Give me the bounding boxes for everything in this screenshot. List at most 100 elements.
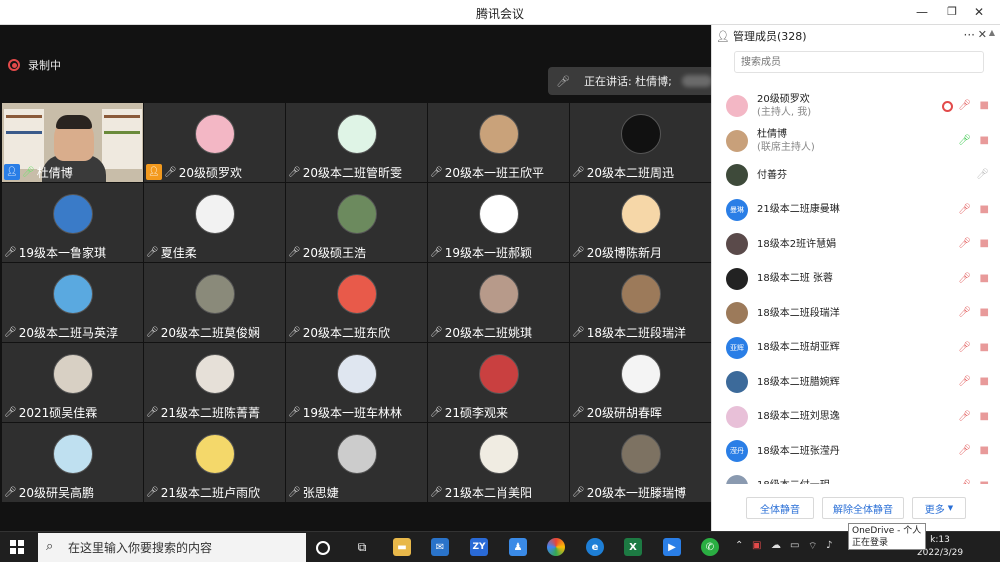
- participant-tile[interactable]: 🎤︎ 20级研吴高鹏: [2, 423, 143, 502]
- member-row[interactable]: 杜倩博 (联席主持人) 🎤︎ ■: [712, 124, 1000, 159]
- participant-tile[interactable]: 🎤︎ 19级本一鲁家琪: [2, 183, 143, 262]
- zy-app-icon[interactable]: ZY: [470, 538, 488, 556]
- qq-icon[interactable]: ♟: [509, 538, 527, 556]
- unmute-all-button[interactable]: 解除全体静音: [822, 497, 904, 519]
- camera-off-icon[interactable]: ■: [980, 376, 989, 388]
- tencent-meeting-icon[interactable]: ▶: [663, 538, 681, 556]
- member-row[interactable]: 18级本2班许慧娟 🎤︎ ■: [712, 227, 1000, 262]
- recording-indicator[interactable]: 录制中: [8, 55, 61, 75]
- participant-tile[interactable]: 🎤︎ 20级本二班姚琪: [428, 263, 569, 342]
- member-role: (联席主持人): [757, 141, 815, 153]
- mic-icon[interactable]: 🎤︎: [958, 135, 971, 147]
- participant-tile[interactable]: 🎤︎ 21级本二肖美阳: [428, 423, 569, 502]
- member-avatar-text: 滢丹: [730, 447, 744, 456]
- camera-off-icon[interactable]: ■: [980, 135, 989, 147]
- camera-off-icon[interactable]: ■: [980, 480, 989, 484]
- member-row[interactable]: 曼琳 21级本二班康曼琳 🎤︎ ■: [712, 193, 1000, 228]
- mic-muted-icon[interactable]: 🎤︎: [958, 342, 971, 354]
- participant-tile[interactable]: 🎤︎ 20级博陈新月: [570, 183, 711, 262]
- camera-off-icon[interactable]: ■: [980, 307, 989, 319]
- panel-footer: 全体静音 解除全体静音 更多 ▼: [712, 491, 1000, 521]
- mic-muted-icon[interactable]: 🎤︎: [958, 376, 971, 388]
- camera-off-icon[interactable]: ■: [980, 411, 989, 423]
- taskbar-search[interactable]: ⌕ 在这里输入你要搜索的内容: [38, 533, 306, 562]
- battery-icon[interactable]: ▭: [790, 540, 799, 551]
- more-options-icon[interactable]: ···: [964, 28, 975, 42]
- member-row[interactable]: 付善芬 🎤︎: [712, 158, 1000, 193]
- participant-tile[interactable]: 👤︎ 🎤︎ 20级硕罗欢: [144, 103, 285, 182]
- scroll-up-icon[interactable]: ▲: [987, 28, 997, 42]
- mute-all-button[interactable]: 全体静音: [746, 497, 814, 519]
- participant-tile[interactable]: 🎤︎ 18级本二班段瑞洋: [570, 263, 711, 342]
- mic-muted-icon[interactable]: 🎤︎: [958, 100, 971, 112]
- member-row[interactable]: 18级本二班 张蓉 🎤︎ ■: [712, 262, 1000, 297]
- member-row[interactable]: 滢丹 18级本二班张滢丹 🎤︎ ■: [712, 434, 1000, 469]
- participant-tile[interactable]: 🎤︎ 21硕李观来: [428, 343, 569, 422]
- wifi-icon[interactable]: ⌔: [808, 540, 817, 553]
- participant-tile[interactable]: 🎤︎ 20级本一班王欣平: [428, 103, 569, 182]
- member-row[interactable]: 18级本二班刘思逸 🎤︎ ■: [712, 400, 1000, 435]
- camera-off-icon[interactable]: ■: [980, 273, 989, 285]
- mic-muted-icon: 🎤︎: [146, 406, 159, 418]
- mic-muted-icon[interactable]: 🎤︎: [958, 238, 971, 250]
- close-panel-icon[interactable]: ✕: [978, 28, 987, 41]
- participant-tile[interactable]: 🎤︎ 20级本二班周迅: [570, 103, 711, 182]
- excel-icon[interactable]: X: [624, 538, 642, 556]
- mic-muted-icon[interactable]: 🎤︎: [958, 307, 971, 319]
- participant-tile[interactable]: 🎤︎ 19级本一班郝颖: [428, 183, 569, 262]
- cortana-icon[interactable]: [316, 541, 330, 555]
- participant-tile[interactable]: 👤︎ 🎤︎ 杜倩博: [2, 103, 143, 182]
- mic-muted-icon[interactable]: 🎤︎: [958, 273, 971, 285]
- participant-tile[interactable]: 🎤︎ 20级研胡春晖: [570, 343, 711, 422]
- windows-start-icon[interactable]: [10, 540, 24, 554]
- participant-tile[interactable]: 🎤︎ 2021硕吴佳霖: [2, 343, 143, 422]
- edge-icon[interactable]: e: [586, 538, 604, 556]
- participant-avatar: [336, 114, 377, 154]
- participant-name-bar: 🎤︎ 张思婕: [288, 483, 425, 501]
- participant-tile[interactable]: 🎤︎ 21级本二班卢雨欣: [144, 423, 285, 502]
- camera-off-icon[interactable]: ■: [980, 238, 989, 250]
- participant-tile[interactable]: 🎤︎ 20级硕王浩: [286, 183, 427, 262]
- participant-tile[interactable]: 🎤︎ 19级本一班车林林: [286, 343, 427, 422]
- mail-icon[interactable]: ✉: [431, 538, 449, 556]
- camera-off-icon[interactable]: ■: [980, 204, 989, 216]
- tray-chevron-up-icon[interactable]: ⌃: [735, 540, 743, 551]
- wechat-icon[interactable]: ✆: [701, 538, 719, 556]
- tray-app-icon[interactable]: ▣: [752, 540, 761, 551]
- member-row[interactable]: 20级硕罗欢 (主持人, 我) 🎤︎ ■: [712, 89, 1000, 124]
- more-button[interactable]: 更多 ▼: [912, 497, 966, 519]
- participant-tile[interactable]: 🎤︎ 20级本二班马英淳: [2, 263, 143, 342]
- camera-off-icon[interactable]: ■: [980, 445, 989, 457]
- participant-tile[interactable]: 🎤︎ 20级本二班管昕雯: [286, 103, 427, 182]
- mic-muted-icon[interactable]: 🎤︎: [958, 411, 971, 423]
- member-row[interactable]: 18级本二班腊婉辉 🎤︎ ■: [712, 365, 1000, 400]
- volume-icon[interactable]: ♪: [826, 540, 832, 551]
- participant-avatar: [194, 434, 235, 474]
- participant-tile[interactable]: 🎤︎ 20级本二班莫俊娴: [144, 263, 285, 342]
- tray-onedrive-icon[interactable]: ☁: [771, 540, 781, 551]
- member-row[interactable]: 亚辉 18级本二班胡亚辉 🎤︎ ■: [712, 331, 1000, 366]
- camera-off-icon[interactable]: ■: [980, 342, 989, 354]
- mic-muted-icon: 🎤︎: [4, 406, 17, 418]
- task-view-icon[interactable]: ⧉: [353, 538, 371, 556]
- participant-tile[interactable]: 🎤︎ 20级本一班滕瑞博: [570, 423, 711, 502]
- mic-muted-icon: 🎤︎: [4, 246, 17, 258]
- participant-tile[interactable]: 🎤︎ 张思婕: [286, 423, 427, 502]
- mic-muted-icon[interactable]: 🎤︎: [958, 480, 971, 484]
- restore-icon[interactable]: ❐: [943, 3, 961, 21]
- member-search-input[interactable]: [734, 51, 984, 73]
- mic-muted-icon[interactable]: 🎤︎: [958, 445, 971, 457]
- member-row[interactable]: 18级本二付一玥 🎤︎ ■: [712, 469, 1000, 484]
- participant-tile[interactable]: 🎤︎ 21级本二班陈菁菁: [144, 343, 285, 422]
- file-explorer-icon[interactable]: ▬: [393, 538, 411, 556]
- close-icon[interactable]: ✕: [970, 3, 988, 21]
- mic-muted-icon[interactable]: 🎤︎: [958, 204, 971, 216]
- chrome-icon[interactable]: [547, 538, 565, 556]
- participant-tile[interactable]: 🎤︎ 夏佳柔: [144, 183, 285, 262]
- member-avatar: 滢丹: [726, 440, 748, 463]
- participant-tile[interactable]: 🎤︎ 20级本二班东欣: [286, 263, 427, 342]
- mic-icon[interactable]: 🎤︎: [976, 169, 989, 181]
- member-row[interactable]: 18级本二班段瑞洋 🎤︎ ■: [712, 296, 1000, 331]
- minimize-icon[interactable]: —: [913, 3, 931, 21]
- camera-off-icon[interactable]: ■: [980, 100, 989, 112]
